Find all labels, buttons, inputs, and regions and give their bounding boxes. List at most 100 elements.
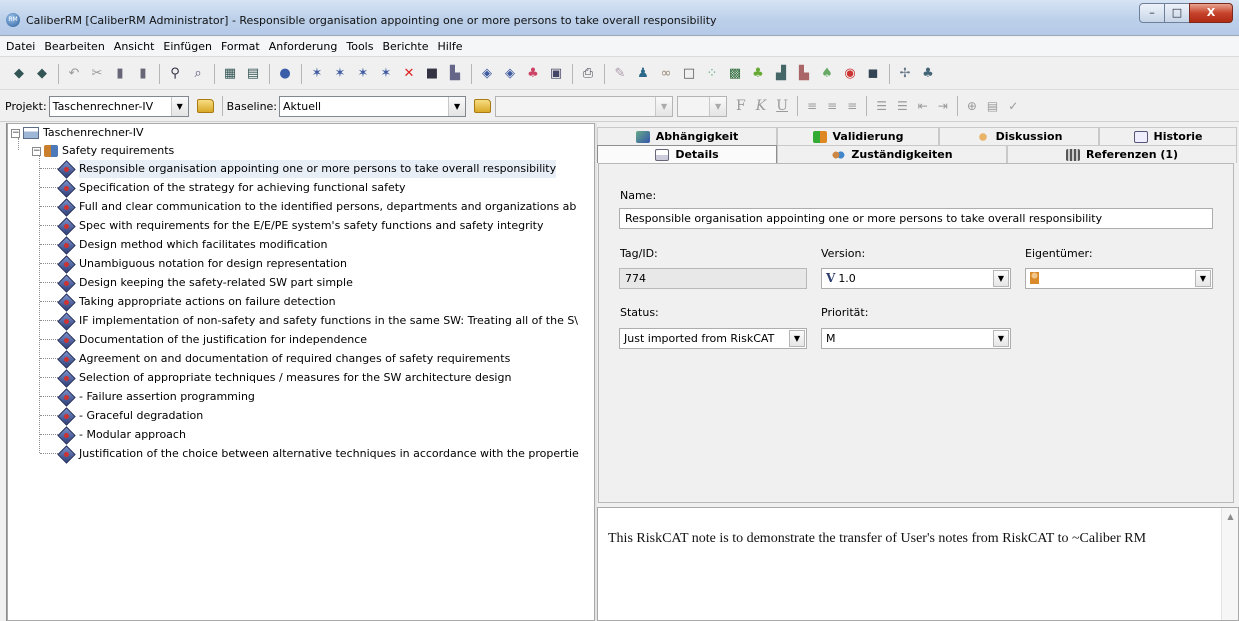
font-select[interactable]: ▼ <box>495 95 674 117</box>
tab-historie[interactable]: Historie <box>1099 127 1237 145</box>
scroll-up-icon[interactable]: ▲ <box>1222 512 1239 521</box>
tab-details[interactable]: Details <box>597 145 777 163</box>
tree-item[interactable]: IF implementation of non-safety and safe… <box>57 311 578 331</box>
menu-tools[interactable]: Tools <box>346 40 373 53</box>
tree-item[interactable]: - Failure assertion programming <box>57 387 255 407</box>
matrix-icon[interactable]: ⁘ <box>701 63 723 85</box>
group-icon[interactable]: ♣ <box>747 63 769 85</box>
tree-item[interactable]: Responsible organisation appointing one … <box>57 159 557 179</box>
new-requirement-icon[interactable]: ✶ <box>306 63 328 85</box>
users-icon[interactable]: ♣ <box>522 63 544 85</box>
open-baseline-icon[interactable] <box>474 99 492 113</box>
link-icon[interactable]: ◈ <box>476 63 498 85</box>
tools-icon[interactable]: ♠ <box>816 63 838 85</box>
tree-item[interactable]: Taking appropriate actions on failure de… <box>57 292 336 312</box>
align-left-icon[interactable]: ≡ <box>807 99 817 113</box>
open-project-icon[interactable] <box>196 99 214 113</box>
color-icon[interactable]: ◉ <box>839 63 861 85</box>
forward-icon[interactable]: ◆ <box>31 63 53 85</box>
menu-einfuegen[interactable]: Einfügen <box>163 40 212 53</box>
save-icon[interactable]: ■ <box>421 63 443 85</box>
stop-icon[interactable]: ◼ <box>862 63 884 85</box>
minimize-button[interactable]: – <box>1139 3 1165 23</box>
numbered-list-icon[interactable]: ☰ <box>897 99 908 113</box>
status-select[interactable]: Just imported from RiskCAT ▼ <box>619 328 807 349</box>
print-icon[interactable]: ⎙ <box>577 63 599 85</box>
menu-bearbeiten[interactable]: Bearbeiten <box>44 40 104 53</box>
tree-item[interactable]: Agreement on and documentation of requir… <box>57 349 510 369</box>
outdent-icon[interactable]: ⇤ <box>918 99 928 113</box>
tree-item[interactable]: Unambiguous notation for design represen… <box>57 254 347 274</box>
undo-icon[interactable]: ↶ <box>63 63 85 85</box>
new-child-requirement-icon[interactable]: ✶ <box>329 63 351 85</box>
new-sibling-requirement-icon[interactable]: ✶ <box>352 63 374 85</box>
bullet-list-icon[interactable]: ☰ <box>876 99 887 113</box>
glossary-icon[interactable]: ∞ <box>655 63 677 85</box>
new-requirement-type-icon[interactable]: ✶ <box>375 63 397 85</box>
menu-datei[interactable]: Datei <box>6 40 35 53</box>
insert-link-icon[interactable]: ⊕ <box>967 99 977 113</box>
version-select[interactable]: V 1.0 ▼ <box>821 268 1011 289</box>
table-icon[interactable]: ▩ <box>724 63 746 85</box>
find-icon[interactable]: ⚲ <box>164 63 186 85</box>
tab-abhaengigkeit[interactable]: Abhängigkeit <box>597 127 777 145</box>
owner-select[interactable]: ▼ <box>1025 268 1213 289</box>
tree-item[interactable]: - Graceful degradation <box>57 406 203 426</box>
paste-icon[interactable]: ▮ <box>132 63 154 85</box>
bold-button[interactable]: F <box>736 98 746 114</box>
plugin-icon[interactable]: ♣ <box>917 63 939 85</box>
tab-validierung[interactable]: Validierung <box>777 127 939 145</box>
align-center-icon[interactable]: ≡ <box>827 99 837 113</box>
menu-ansicht[interactable]: Ansicht <box>114 40 155 53</box>
tree-item[interactable]: Selection of appropriate techniques / me… <box>57 368 511 388</box>
zoom-icon[interactable]: ⌕ <box>187 63 209 85</box>
person-icon[interactable]: ♟ <box>632 63 654 85</box>
underline-button[interactable]: U <box>776 98 788 114</box>
collapse-icon[interactable]: − <box>32 146 41 156</box>
tab-diskussion[interactable]: Diskussion <box>939 127 1099 145</box>
tree-item[interactable]: Specification of the strategy for achiev… <box>57 178 406 198</box>
tree-root[interactable]: − Taschenrechner-IV <box>11 124 144 142</box>
tree-item[interactable]: Full and clear communication to the iden… <box>57 197 576 217</box>
spellcheck-icon[interactable]: ✓ <box>1008 99 1018 113</box>
chart-icon[interactable]: ▟ <box>770 63 792 85</box>
requirements-tree[interactable]: − Taschenrechner-IV − Safety requirement… <box>7 123 595 621</box>
list-view-icon[interactable]: ▤ <box>242 63 264 85</box>
indent-icon[interactable]: ⇥ <box>938 99 948 113</box>
tree-item[interactable]: Spec with requirements for the E/E/PE sy… <box>57 216 544 236</box>
tree-item[interactable]: - Modular approach <box>57 425 186 445</box>
priority-select[interactable]: M ▼ <box>821 328 1011 349</box>
trace-icon[interactable]: ◈ <box>499 63 521 85</box>
vertical-scrollbar[interactable]: ▲ <box>1221 508 1238 620</box>
connect-icon[interactable]: ✢ <box>894 63 916 85</box>
projekt-select[interactable]: Taschenrechner-IV ▼ <box>48 95 189 117</box>
tree-item[interactable]: Justification of the choice between alte… <box>57 444 579 464</box>
font-size-select[interactable]: ▼ <box>677 95 728 117</box>
box-icon[interactable]: □ <box>678 63 700 85</box>
menu-format[interactable]: Format <box>221 40 260 53</box>
window-icon[interactable]: ▣ <box>545 63 567 85</box>
tree-item[interactable]: Documentation of the justification for i… <box>57 330 367 350</box>
menu-berichte[interactable]: Berichte <box>382 40 428 53</box>
italic-button[interactable]: K <box>756 98 766 114</box>
align-right-icon[interactable]: ≡ <box>847 99 857 113</box>
tree-item[interactable]: Design method which facilitates modifica… <box>57 235 327 255</box>
copy-icon[interactable]: ▮ <box>109 63 131 85</box>
close-button[interactable]: X <box>1189 3 1233 23</box>
cut-icon[interactable]: ✂ <box>86 63 108 85</box>
tree-group[interactable]: − Safety requirements <box>32 142 174 160</box>
description-editor[interactable]: This RiskCAT note is to demonstrate the … <box>597 507 1239 621</box>
menu-hilfe[interactable]: Hilfe <box>437 40 462 53</box>
collapse-icon[interactable]: − <box>11 128 20 138</box>
grid-view-icon[interactable]: ▦ <box>219 63 241 85</box>
report-icon[interactable]: ▙ <box>793 63 815 85</box>
refresh-icon[interactable]: ● <box>274 63 296 85</box>
tab-referenzen[interactable]: Referenzen (1) <box>1007 145 1237 163</box>
tab-zustaendigkeiten[interactable]: Zuständigkeiten <box>777 145 1007 163</box>
format-icon[interactable]: ✎ <box>609 63 631 85</box>
name-input[interactable]: Responsible organisation appointing one … <box>619 208 1213 229</box>
insert-object-icon[interactable]: ▤ <box>987 99 998 113</box>
back-icon[interactable]: ◆ <box>8 63 30 85</box>
edit-icon[interactable]: ▙ <box>444 63 466 85</box>
maximize-button[interactable]: □ <box>1164 3 1190 23</box>
